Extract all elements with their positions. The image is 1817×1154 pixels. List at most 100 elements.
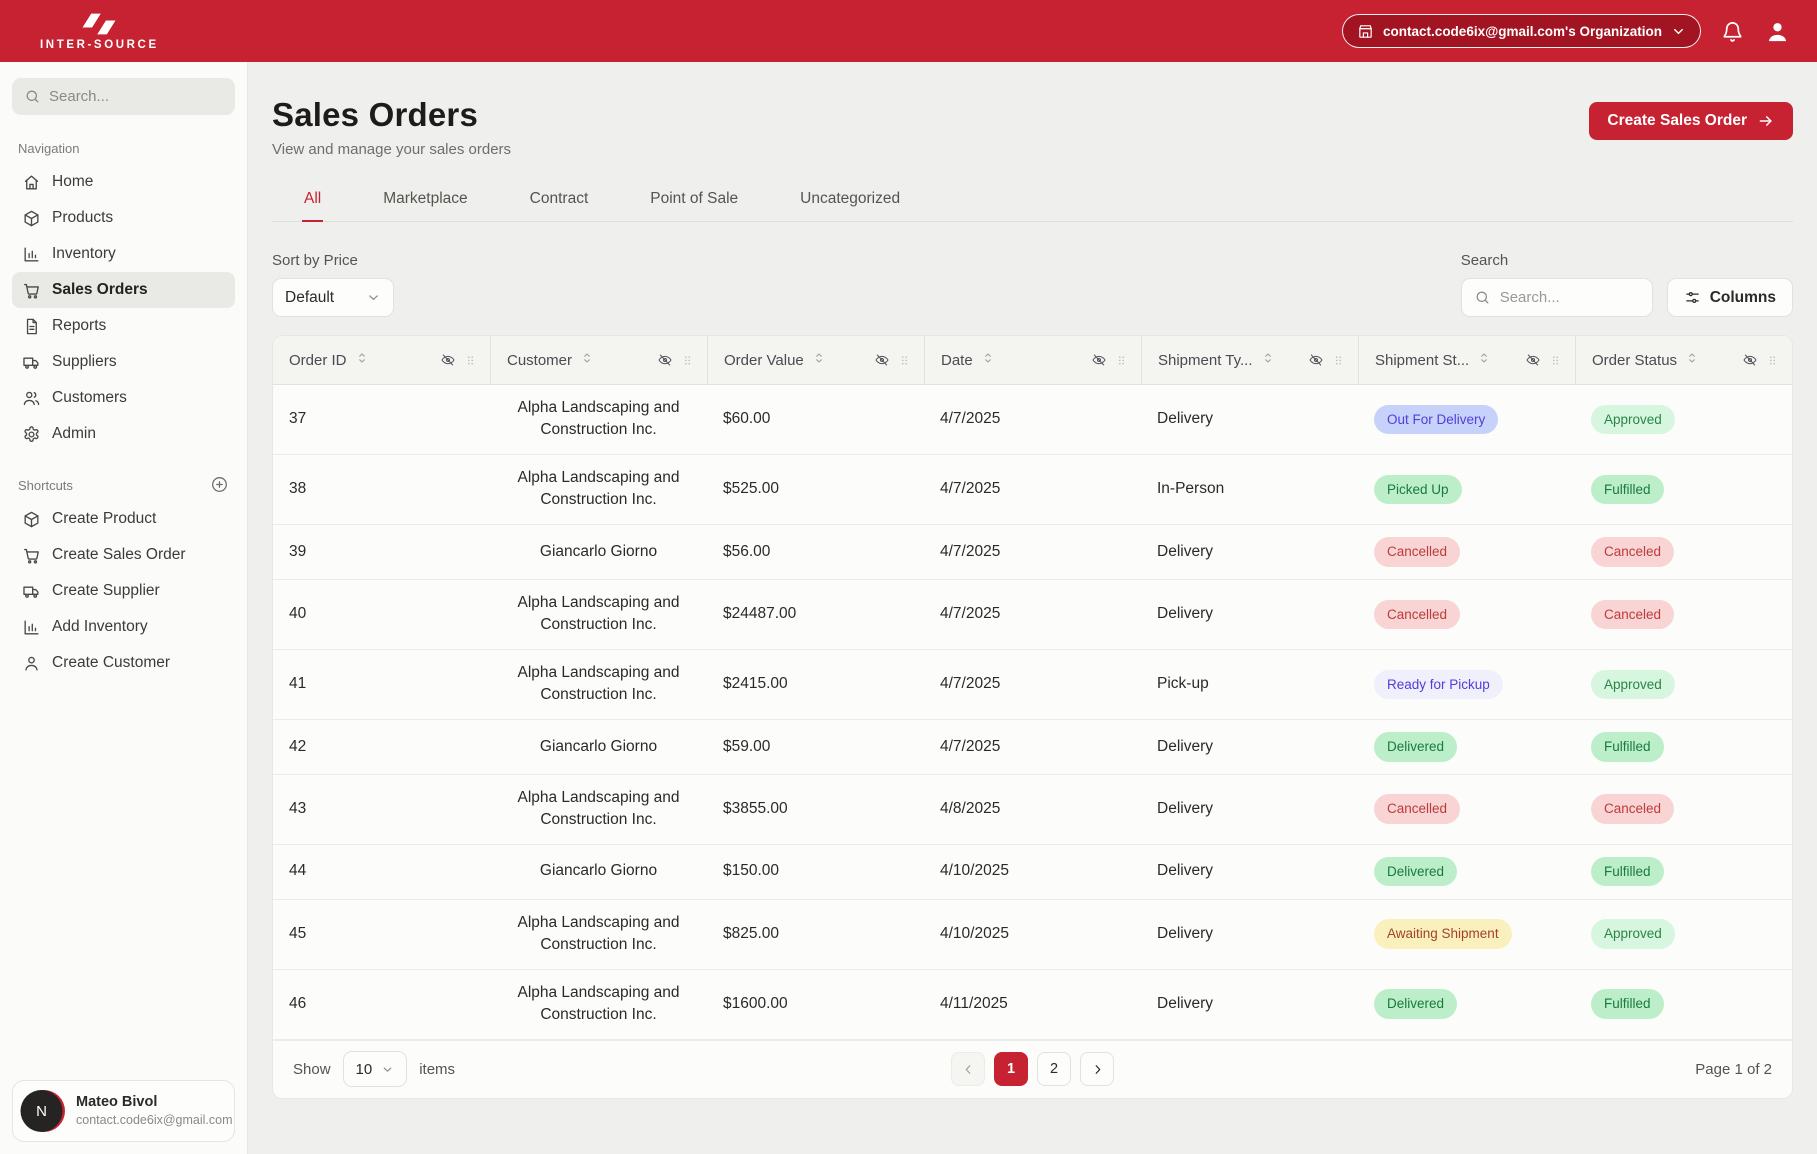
sidebar-item-products[interactable]: Products xyxy=(12,200,235,236)
hide-column-button[interactable] xyxy=(1525,352,1541,368)
next-page-button[interactable] xyxy=(1080,1052,1114,1087)
table-row[interactable]: 37 Alpha Landscaping and Construction Inc… xyxy=(273,385,1792,455)
shortcut-item-add-inventory[interactable]: Add Inventory xyxy=(12,609,235,645)
sort-select[interactable]: Default xyxy=(272,278,394,317)
order-id-cell: 43 xyxy=(289,799,307,817)
hide-column-button[interactable] xyxy=(440,352,456,368)
shortcut-item-create-sales-order[interactable]: Create Sales Order xyxy=(12,537,235,573)
shortcut-item-label: Create Customer xyxy=(52,654,171,671)
order-status-badge: Canceled xyxy=(1591,794,1675,824)
order-status-badge: Approved xyxy=(1591,404,1675,435)
drag-column-handle[interactable] xyxy=(1114,353,1131,368)
tab-marketplace[interactable]: Marketplace xyxy=(381,184,469,222)
columns-button-label: Columns xyxy=(1709,288,1776,306)
table-row[interactable]: 40 Alpha Landscaping and Construction Inc… xyxy=(273,580,1792,650)
table-row[interactable]: 43 Alpha Landscaping and Construction Inc… xyxy=(273,775,1792,845)
column-label: Order Status xyxy=(1592,351,1678,369)
sidebar-shortcut-list: Create Product Create Sales Order Create S… xyxy=(12,501,235,681)
tab-uncategorized[interactable]: Uncategorized xyxy=(798,184,902,222)
shipment-type-cell: Delivery xyxy=(1157,799,1213,817)
hide-column-button[interactable] xyxy=(1091,352,1107,368)
organization-selector[interactable]: contact.code6ix@gmail.com's Organization xyxy=(1342,14,1701,48)
hide-column-button[interactable] xyxy=(874,352,890,368)
sidebar-item-label: Admin xyxy=(52,425,96,442)
tab-all[interactable]: All xyxy=(302,184,324,222)
account-button[interactable] xyxy=(1764,18,1791,45)
previous-page-button[interactable] xyxy=(951,1052,985,1087)
box-icon xyxy=(22,209,41,228)
sort-toggle-icon[interactable] xyxy=(579,350,595,370)
drag-column-handle[interactable] xyxy=(1331,353,1348,368)
users-icon xyxy=(22,389,41,408)
chart-icon xyxy=(22,245,41,264)
sidebar-item-customers[interactable]: Customers xyxy=(12,380,235,416)
table-row[interactable]: 39 Giancarlo Giorno $56.00 4/7/2025 Delivery… xyxy=(273,525,1792,580)
hide-column-button[interactable] xyxy=(1742,352,1758,368)
tab-contract[interactable]: Contract xyxy=(528,184,591,222)
table-row[interactable]: 44 Giancarlo Giorno $150.00 4/10/2025 Delive… xyxy=(273,845,1792,900)
sidebar-search[interactable] xyxy=(12,78,235,115)
sidebar-item-sales-orders[interactable]: Sales Orders xyxy=(12,272,235,308)
order-id-cell: 42 xyxy=(289,737,307,755)
shipment-status-badge: Cancelled xyxy=(1374,794,1461,824)
sort-toggle-icon[interactable] xyxy=(980,350,996,370)
drag-column-handle[interactable] xyxy=(1548,353,1565,368)
sidebar-item-suppliers[interactable]: Suppliers xyxy=(12,344,235,380)
tab-point-of-sale[interactable]: Point of Sale xyxy=(648,184,740,222)
drag-column-handle[interactable] xyxy=(680,353,697,368)
order-value-cell: $1600.00 xyxy=(723,994,788,1012)
column-header-customer: Customer xyxy=(490,336,707,384)
sidebar-item-label: Reports xyxy=(52,317,107,334)
box-icon xyxy=(22,510,41,529)
sort-toggle-icon[interactable] xyxy=(1684,350,1700,370)
add-shortcut-button[interactable] xyxy=(210,475,229,494)
sidebar-search-input[interactable] xyxy=(49,88,223,105)
create-sales-order-button[interactable]: Create Sales Order xyxy=(1589,102,1793,140)
hide-column-button[interactable] xyxy=(657,352,673,368)
date-cell: 4/10/2025 xyxy=(940,924,1009,942)
table-row[interactable]: 42 Giancarlo Giorno $59.00 4/7/2025 Delivery… xyxy=(273,720,1792,775)
table-row[interactable]: 46 Alpha Landscaping and Construction Inc… xyxy=(273,970,1792,1040)
sidebar-item-inventory[interactable]: Inventory xyxy=(12,236,235,272)
topbar: INTER-SOURCE contact.code6ix@gmail.com's… xyxy=(0,0,1817,62)
topbar-right: contact.code6ix@gmail.com's Organization xyxy=(1342,14,1791,48)
notifications-button[interactable] xyxy=(1721,20,1744,43)
columns-button[interactable]: Columns xyxy=(1666,278,1793,317)
drag-column-handle[interactable] xyxy=(897,353,914,368)
shortcut-item-create-customer[interactable]: Create Customer xyxy=(12,645,235,681)
sidebar: Navigation Home Products Inventory Sales Or… xyxy=(0,62,248,1154)
sidebar-item-admin[interactable]: Admin xyxy=(12,416,235,452)
pagination: 12 xyxy=(951,1052,1114,1087)
page-size-select[interactable]: 10 xyxy=(342,1051,408,1088)
customer-cell: Alpha Landscaping and Construction Inc. xyxy=(517,788,680,829)
date-cell: 4/7/2025 xyxy=(940,480,1001,498)
table-search-input[interactable] xyxy=(1499,289,1640,306)
table-row[interactable]: 38 Alpha Landscaping and Construction Inc… xyxy=(273,455,1792,525)
drag-column-handle[interactable] xyxy=(463,353,480,368)
page-button-1[interactable]: 1 xyxy=(994,1052,1028,1087)
drag-column-handle[interactable] xyxy=(1765,353,1782,368)
brand[interactable]: INTER-SOURCE xyxy=(40,11,159,51)
search-label: Search xyxy=(1460,252,1509,269)
page-size-group: Show 10 items xyxy=(293,1051,951,1088)
table-search[interactable] xyxy=(1460,278,1653,317)
shortcut-item-create-supplier[interactable]: Create Supplier xyxy=(12,573,235,609)
shipment-type-cell: Delivery xyxy=(1157,924,1213,942)
order-id-cell: 39 xyxy=(289,542,307,560)
shipment-status-badge: Delivered xyxy=(1374,731,1458,762)
hide-column-button[interactable] xyxy=(1308,352,1324,368)
sidebar-item-home[interactable]: Home xyxy=(12,164,235,200)
table-row[interactable]: 45 Alpha Landscaping and Construction Inc… xyxy=(273,900,1792,970)
shortcut-item-create-product[interactable]: Create Product xyxy=(12,501,235,537)
user-card[interactable]: N Mateo Bivol contact.code6ix@gmail.com xyxy=(12,1080,235,1142)
sort-toggle-icon[interactable] xyxy=(1260,350,1276,370)
page-button-2[interactable]: 2 xyxy=(1037,1052,1071,1087)
order-status-cell: Approved xyxy=(1575,650,1792,719)
sort-toggle-icon[interactable] xyxy=(1476,350,1492,370)
order-id-cell: 45 xyxy=(289,924,307,942)
table-row[interactable]: 41 Alpha Landscaping and Construction Inc… xyxy=(273,650,1792,720)
sidebar-item-reports[interactable]: Reports xyxy=(12,308,235,344)
order-value-cell: $525.00 xyxy=(723,480,780,498)
sort-toggle-icon[interactable] xyxy=(811,350,827,370)
sort-toggle-icon[interactable] xyxy=(354,350,370,370)
